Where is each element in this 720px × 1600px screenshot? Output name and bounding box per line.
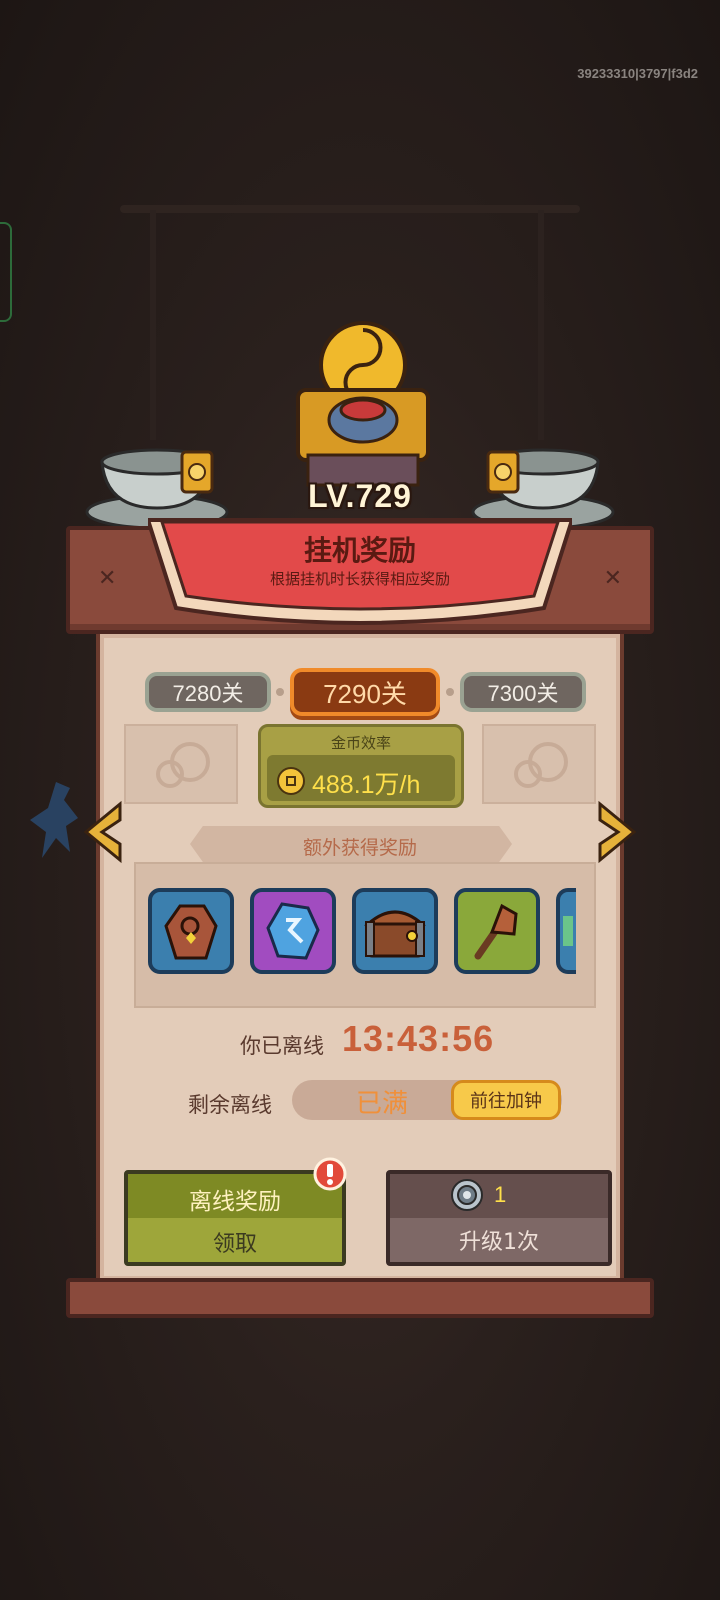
stage-next-button[interactable]: 7300关 (460, 672, 586, 712)
reward-item[interactable] (250, 888, 336, 974)
level-text: LV.729 (308, 478, 412, 514)
golden-chest-icon (296, 321, 430, 487)
background-shelf (120, 205, 580, 213)
offline-remaining-status: 已满 (356, 1089, 409, 1119)
coffin-icon (164, 904, 218, 960)
faded-gear-slot-left (124, 724, 238, 804)
panel-subtitle: 根据挂机时长获得相应奖励 (269, 570, 450, 588)
stage-separator (276, 688, 284, 696)
exclamation-icon (313, 1157, 347, 1191)
stage-prev-button[interactable]: 7280关 (145, 672, 271, 712)
gear-clock-icon (514, 742, 568, 788)
stage-separator (446, 688, 454, 696)
extra-rewards-label: 额外获得奖励 (302, 837, 417, 859)
panel-title: 挂机奖励 (303, 534, 416, 567)
gold-rate-value: 488.1万/h (312, 771, 421, 799)
reward-item[interactable] (352, 888, 438, 974)
reward-item[interactable] (454, 888, 540, 974)
stage-current-button[interactable]: 7290关 (290, 668, 440, 716)
offline-elapsed-time: 13:43:56 (342, 1018, 495, 1059)
device-id-text: 39233310|3797|f3d2 (577, 66, 698, 81)
background-chain (538, 210, 544, 440)
gold-rate-label: 金币效率 (330, 734, 391, 752)
torch-icon (474, 903, 518, 960)
footer-board (66, 1278, 654, 1318)
upgrade-cost: 1 (494, 1182, 507, 1207)
extend-time-button[interactable]: 前往加钟 (451, 1080, 561, 1120)
upgrade-label: 升级1次 (459, 1230, 539, 1255)
claim-title: 离线奖励 (189, 1189, 281, 1215)
reward-item[interactable] (148, 888, 234, 974)
side-drawer-tab[interactable] (0, 222, 12, 322)
rune-stone-icon (266, 902, 320, 960)
gear-coin-icon (451, 1179, 483, 1211)
offline-elapsed-label: 你已离线 (240, 1034, 324, 1058)
treasure-chest-icon (364, 910, 426, 958)
faded-gear-slot-right (482, 724, 596, 804)
offline-remaining-label: 剩余离线 (188, 1093, 272, 1117)
claim-label: 领取 (212, 1232, 257, 1257)
gold-coin-icon (277, 767, 305, 795)
reward-item[interactable] (556, 888, 576, 974)
background-chain (150, 210, 156, 440)
partial-item-icon (563, 916, 573, 946)
gear-clock-icon (156, 742, 210, 788)
